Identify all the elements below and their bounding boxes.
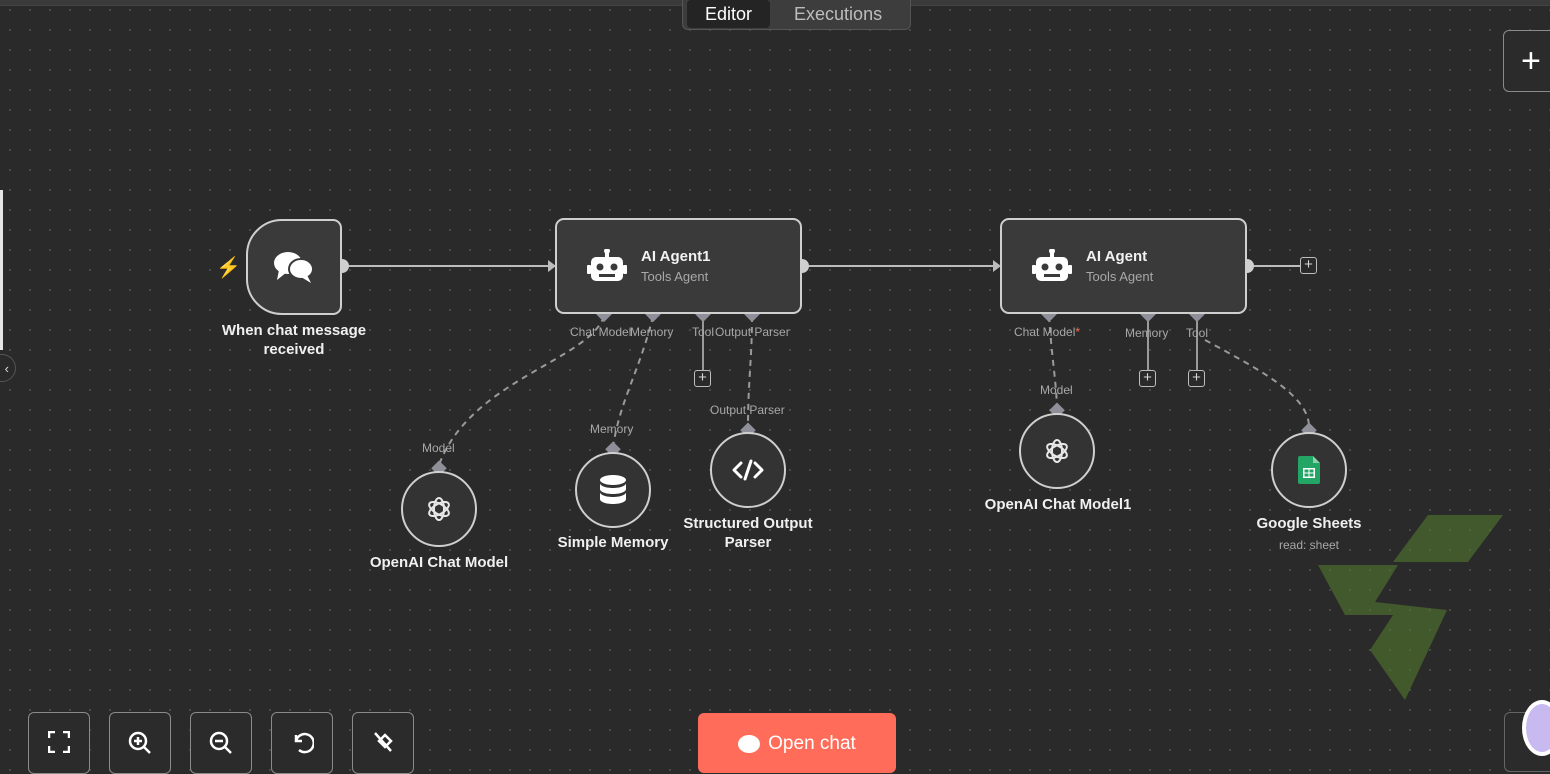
node-title: AI Agent	[1086, 248, 1148, 265]
chat-icon	[738, 735, 761, 753]
openai-chat-model-node[interactable]	[401, 471, 477, 547]
trigger-bolt-icon: ⚡	[216, 257, 241, 279]
zoom-in-button[interactable]	[109, 712, 171, 774]
zoom-out-button[interactable]	[190, 712, 252, 774]
tidy-up-icon	[374, 732, 393, 752]
port-label-tool: Tool	[692, 325, 715, 339]
node-subtitle: Tools Agent	[641, 269, 709, 284]
simple-memory-label: Simple Memory	[557, 534, 669, 551]
port-label-chat-model: Chat Model	[570, 325, 632, 339]
port-label-memory: Memory	[1125, 326, 1169, 340]
ai-agent1-node[interactable]: AI Agent1 Tools Agent	[555, 218, 802, 314]
openai-chat-model1-node[interactable]	[1019, 413, 1095, 489]
chat-trigger-node[interactable]	[246, 219, 342, 315]
fit-view-icon	[48, 731, 70, 753]
add-tool-button[interactable]: +	[694, 370, 711, 387]
port-label-output-parser: Output Parser	[715, 325, 790, 339]
robot-icon	[1030, 244, 1074, 288]
open-chat-button[interactable]: Open chat	[698, 713, 896, 773]
open-chat-label: Open chat	[768, 733, 856, 754]
port-label-output-parser: Output Parser	[710, 403, 785, 417]
reset-zoom-button[interactable]	[271, 712, 333, 774]
chat-bubbles-icon	[274, 252, 314, 283]
structured-output-parser-label: Structured Output Parser	[683, 515, 813, 551]
port-label-model: Model	[1040, 383, 1073, 397]
openai-icon	[1046, 439, 1068, 463]
zoom-in-icon	[128, 731, 151, 754]
add-next-node-button[interactable]: +	[1300, 257, 1317, 274]
port-label-model: Model	[422, 441, 455, 455]
add-tool-button[interactable]: +	[1188, 370, 1205, 387]
simple-memory-node[interactable]	[575, 452, 651, 528]
port-label-memory: Memory	[590, 422, 634, 436]
database-icon	[600, 475, 626, 504]
port-label-tool: Tool	[1186, 326, 1209, 340]
node-subtitle: Tools Agent	[1086, 269, 1154, 284]
code-icon	[732, 459, 764, 481]
fit-view-button[interactable]	[28, 712, 90, 774]
google-sheets-node[interactable]	[1271, 432, 1347, 508]
port-text: Chat Model	[1014, 325, 1076, 339]
structured-output-parser-node[interactable]	[710, 432, 786, 508]
required-marker: *	[1075, 325, 1081, 339]
reset-zoom-icon	[294, 732, 314, 754]
zoom-out-icon	[209, 731, 232, 754]
port-label-chat-model: Chat Model*	[1014, 325, 1080, 339]
connection-sheets	[1204, 339, 1310, 427]
google-sheets-label: Google Sheets	[1256, 515, 1362, 532]
openai-chat-model1-label: OpenAI Chat Model1	[984, 496, 1132, 513]
node-title: AI Agent1	[641, 248, 711, 265]
ai-agent-node[interactable]: AI Agent Tools Agent	[1000, 218, 1247, 314]
robot-icon	[585, 244, 629, 288]
workflow-canvas	[335, 259, 1503, 700]
add-memory-button[interactable]: +	[1139, 370, 1156, 387]
port-label-memory: Memory	[630, 325, 674, 339]
trigger-node-label: When chat message received	[221, 322, 367, 358]
google-sheets-icon	[1298, 456, 1320, 484]
openai-chat-model-label: OpenAI Chat Model	[369, 554, 509, 571]
tidy-up-button[interactable]	[352, 712, 414, 774]
google-sheets-sublabel: read: sheet	[1278, 538, 1340, 552]
openai-icon	[428, 497, 450, 521]
